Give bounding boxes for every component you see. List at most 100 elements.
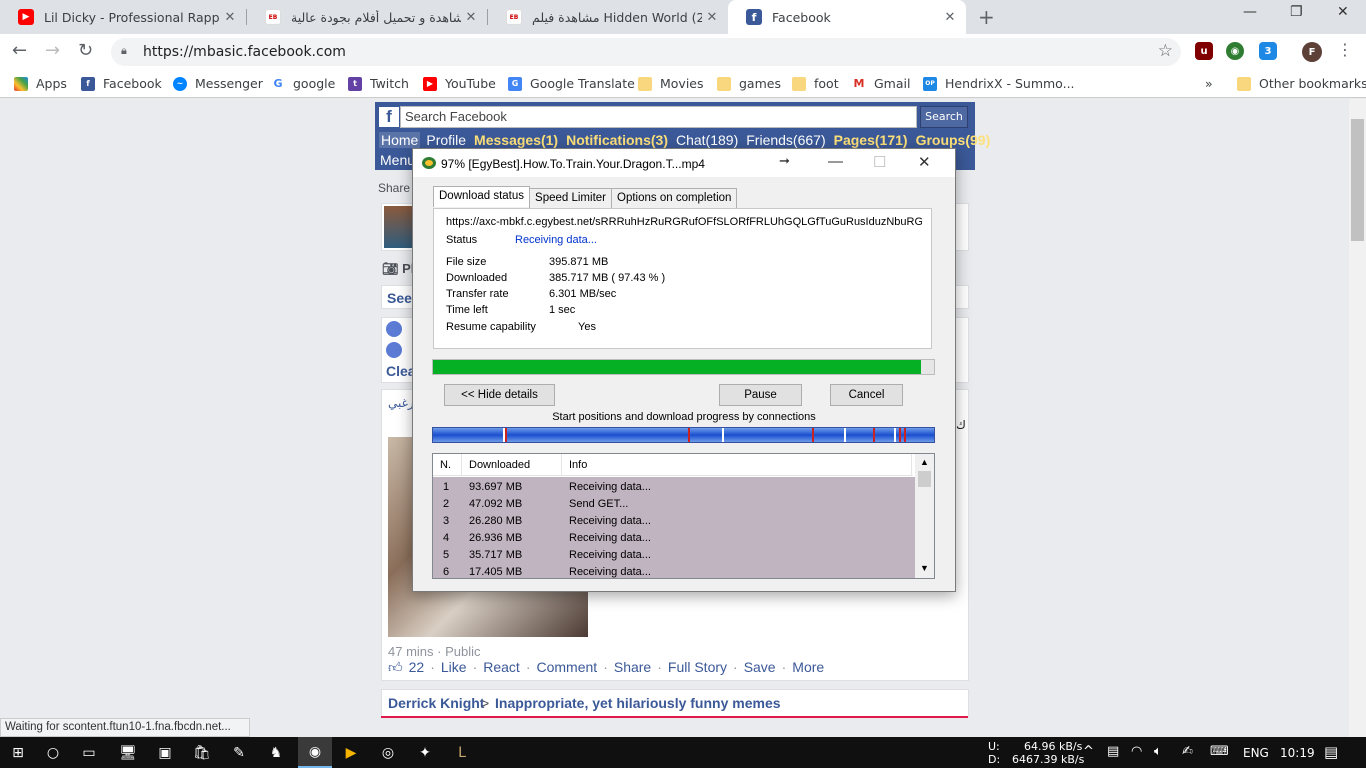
tab-options-on-completion[interactable]: Options on completion [611, 188, 738, 209]
bookmark-apps[interactable]: Apps [14, 76, 67, 91]
nav-menu[interactable]: Menu [380, 152, 415, 168]
windows-start-icon[interactable]: ⊞ [8, 743, 28, 763]
post-author-partial[interactable]: رغبي [388, 396, 414, 410]
computer-icon[interactable]: 🖥︎ [118, 743, 138, 763]
window-close-icon[interactable]: ✕ [1337, 4, 1349, 20]
scrollbar-thumb[interactable] [918, 471, 931, 487]
close-icon[interactable]: ✕ [918, 153, 931, 171]
pause-button[interactable]: Pause [719, 384, 802, 406]
col-info[interactable]: Info [569, 459, 587, 471]
nav-pages[interactable]: Pages(171) [832, 132, 910, 148]
back-icon[interactable]: ← [12, 40, 27, 61]
keyboard-icon[interactable]: ⌨︎ [1210, 744, 1229, 759]
nav-messages[interactable]: Messages(1) [472, 132, 560, 148]
table-scrollbar[interactable]: ▲ ▼ [915, 454, 934, 578]
share-label[interactable]: Share [378, 181, 410, 195]
idm-taskbar-icon[interactable]: ◉ [298, 737, 332, 768]
bookmark-star-icon[interactable]: ☆ [1158, 41, 1173, 61]
language-indicator[interactable]: ENG [1243, 746, 1269, 760]
league-icon[interactable]: L [452, 743, 472, 763]
share-link[interactable]: Share [614, 659, 651, 676]
task-view-icon[interactable]: ▭ [79, 743, 99, 763]
table-row[interactable]: 4 26.936 MB Receiving data... [433, 530, 915, 547]
search-input[interactable]: Search Facebook [400, 106, 917, 128]
idm-extension-icon[interactable]: ◉ [1226, 42, 1244, 60]
tab-speed-limiter[interactable]: Speed Limiter [529, 188, 612, 209]
more-link[interactable]: More [792, 659, 824, 676]
table-row[interactable]: 3 26.280 MB Receiving data... [433, 513, 915, 530]
tab-facebook[interactable]: f Facebook ✕ [728, 0, 966, 34]
full-story-link[interactable]: Full Story [668, 659, 727, 676]
tab-egybest-movie[interactable]: EB مشاهدة فيلم Hidden World (2019) ✕ [488, 0, 728, 34]
forward-icon[interactable]: → [45, 40, 60, 61]
table-row[interactable]: 2 47.092 MB Send GET... [433, 496, 915, 513]
address-bar[interactable]: 🔒︎ https://mbasic.facebook.com ☆ [111, 38, 1181, 66]
next-post-group[interactable]: Inappropriate, yet hilariously funny mem… [495, 695, 781, 711]
tab-egybest-home[interactable]: EB مشاهدة و تحميل أفلام بجودة عالية ✕ [247, 0, 487, 34]
extension-badge-icon[interactable]: 3 [1259, 42, 1277, 60]
more-bookmarks-button[interactable]: » [1205, 76, 1213, 91]
reactions-count[interactable]: 22 [409, 659, 425, 676]
clock[interactable]: 10:19 [1280, 746, 1315, 760]
scroll-down-icon[interactable]: ▼ [920, 563, 929, 573]
minimize-icon[interactable]: — [1243, 4, 1257, 20]
avatar[interactable] [384, 206, 414, 248]
bookmark-twitch[interactable]: t Twitch [348, 76, 409, 91]
menu-dots-icon[interactable]: ⋮ [1337, 40, 1353, 59]
bookmark-translate[interactable]: G Google Translate [508, 76, 635, 91]
chrome-icon[interactable]: ◎ [378, 743, 398, 763]
restore-icon[interactable]: ❐ [1290, 4, 1303, 20]
nav-profile[interactable]: Profile [424, 132, 468, 148]
tab-lil-dicky[interactable]: ▶ Lil Dicky - Professional Rapper (F ✕ [0, 0, 246, 34]
col-n[interactable]: N. [440, 459, 451, 471]
reload-icon[interactable]: ↻ [78, 40, 93, 61]
network-tray-icon[interactable]: ▤ [1107, 744, 1119, 759]
app-icon[interactable]: ✦ [415, 743, 435, 763]
game-icon[interactable]: ♞ [266, 743, 286, 763]
control-panel-icon[interactable]: ▣ [155, 743, 175, 763]
comment-link[interactable]: Comment [537, 659, 598, 676]
nav-friends[interactable]: Friends(667) [744, 132, 827, 148]
paint-icon[interactable]: ✎ [229, 743, 249, 763]
like-link[interactable]: Like [441, 659, 467, 676]
new-tab-button[interactable]: + [978, 5, 995, 29]
url-text[interactable]: https://mbasic.facebook.com [143, 44, 346, 60]
facebook-logo-icon[interactable]: f [379, 107, 399, 127]
chevron-up-icon[interactable]: ^ [1083, 744, 1094, 759]
close-icon[interactable]: ✕ [702, 10, 722, 25]
bookmark-foot[interactable]: foot [792, 76, 839, 91]
dialog-titlebar[interactable]: 97% [EgyBest].How.To.Train.Your.Dragon.T… [413, 149, 955, 177]
bookmark-facebook[interactable]: f Facebook [81, 76, 162, 91]
close-icon[interactable]: ✕ [940, 10, 960, 25]
nav-home[interactable]: Home [379, 132, 421, 148]
save-link[interactable]: Save [744, 659, 776, 676]
other-bookmarks[interactable]: Other bookmarks [1237, 76, 1366, 91]
bookmark-games[interactable]: games [717, 76, 781, 91]
see-link[interactable]: See [387, 290, 412, 306]
store-icon[interactable]: 🛍︎ [192, 743, 212, 763]
table-row[interactable]: 5 35.717 MB Receiving data... [433, 547, 915, 564]
notifications-icon[interactable]: ▤ [1324, 743, 1338, 761]
pen-icon[interactable]: ✍︎ [1182, 744, 1193, 759]
bookmark-movies[interactable]: Movies [638, 76, 704, 91]
nav-groups[interactable]: Groups(99) [914, 132, 993, 148]
react-link[interactable]: React [483, 659, 520, 676]
hide-details-button[interactable]: << Hide details [444, 384, 555, 406]
nav-notifications[interactable]: Notifications(3) [564, 132, 670, 148]
next-post-author[interactable]: Derrick Knight [388, 695, 484, 711]
tab-download-status[interactable]: Download status [433, 186, 531, 207]
media-player-icon[interactable]: ▶ [341, 743, 361, 763]
col-downloaded[interactable]: Downloaded [469, 459, 530, 471]
bookmark-google[interactable]: Ggoogle [271, 76, 335, 91]
table-row[interactable]: 1 93.697 MB Receiving data... [433, 479, 915, 496]
ublock-icon[interactable]: u [1195, 42, 1213, 60]
volume-icon[interactable]: 🔈︎ [1154, 744, 1162, 759]
table-row[interactable]: 6 17.405 MB Receiving data... [433, 564, 915, 578]
close-icon[interactable]: ✕ [461, 10, 481, 25]
cancel-button[interactable]: Cancel [830, 384, 903, 406]
page-scrollbar[interactable] [1349, 99, 1366, 737]
nav-chat[interactable]: Chat(189) [674, 132, 740, 148]
bookmark-youtube[interactable]: ▶ YouTube [423, 76, 496, 91]
minimize-icon[interactable]: — [828, 153, 843, 170]
bookmark-messenger[interactable]: ~ Messenger [173, 76, 263, 91]
